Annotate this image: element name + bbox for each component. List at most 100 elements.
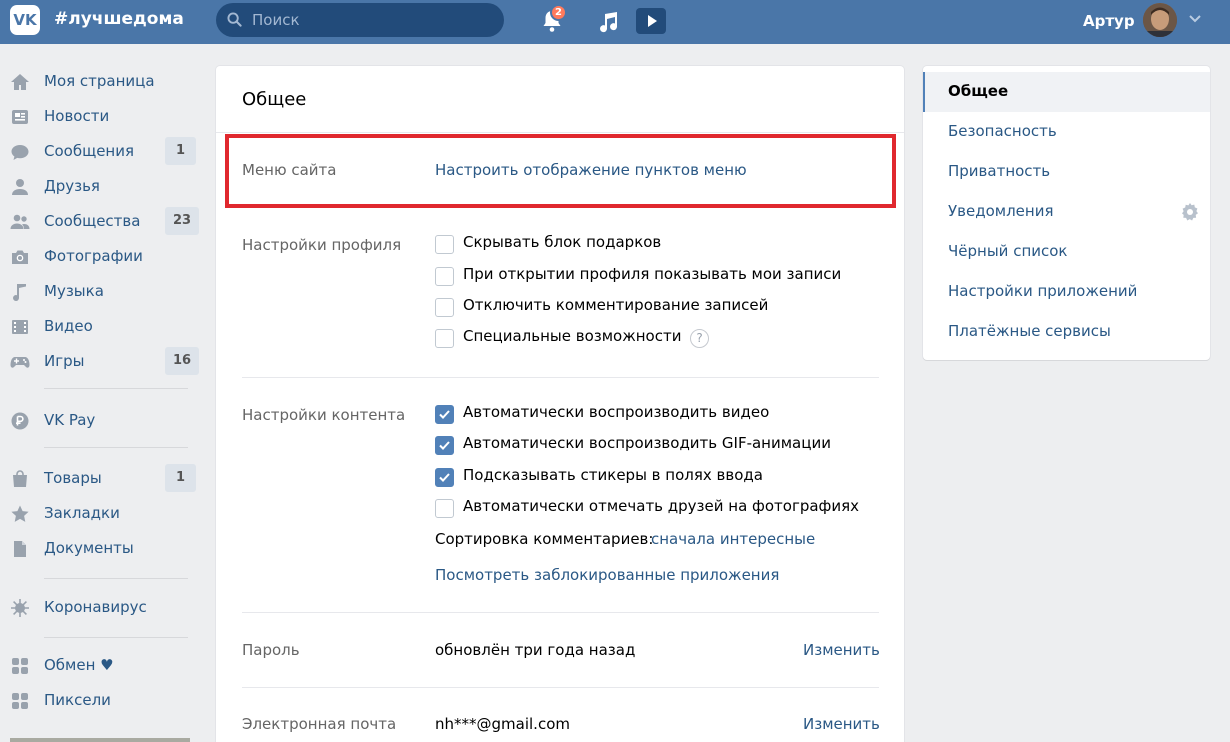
sidebar-item[interactable]: Обмен ♥ [0,648,200,683]
virus-icon [11,599,29,617]
gamepad-icon [10,357,30,368]
play-button[interactable] [636,8,666,34]
search-input[interactable]: Поиск [216,3,504,37]
avatar[interactable] [1143,3,1177,37]
apps-icon [12,658,28,674]
sidebar-item[interactable]: Товары 1 [0,461,200,496]
settings-menu-item[interactable]: Приватность [923,152,1210,192]
comment-sort-link[interactable]: сначала интересные [651,530,815,548]
sidebar-item-label: Сообщества [44,212,141,230]
sidebar-ad-image [10,738,190,742]
sidebar-item-label: Закладки [44,504,120,522]
sidebar-divider [44,388,188,389]
sidebar-item-label: Документы [44,539,134,557]
sidebar-item-count: 23 [165,207,200,235]
content-settings-label: Настройки контента [242,406,406,424]
settings-menu-label: Уведомления [948,202,1054,220]
checkbox-label[interactable]: Автоматически воспроизводить видео [463,403,769,421]
blocked-apps-link[interactable]: Посмотреть заблокированные приложения [435,566,779,584]
change-email-link[interactable]: Изменить [803,715,880,733]
settings-menu-label: Приватность [948,162,1051,180]
sidebar-item-label: Сообщения [44,142,135,160]
checkbox-label[interactable]: Скрывать блок подарков [463,233,661,251]
configure-menu-link[interactable]: Настроить отображение пунктов меню [435,161,747,179]
star-icon [11,505,29,522]
profile-settings-label: Настройки профиля [242,236,402,254]
password-label: Пароль [242,641,300,659]
search-placeholder: Поиск [252,11,300,29]
sidebar-item[interactable]: Документы [0,531,200,566]
checkbox-checked[interactable] [435,468,454,487]
settings-menu-label: Чёрный список [948,242,1068,260]
notifications-badge: 2 [550,4,567,21]
video-icon [12,320,28,334]
checkbox-checked[interactable] [435,405,454,424]
search-icon [227,12,242,27]
news-icon [12,110,28,124]
checkbox[interactable] [435,235,454,254]
sidebar-item[interactable]: Игры 16 [0,344,200,379]
checkbox-label[interactable]: Специальные возможности [463,327,681,345]
settings-menu-item[interactable]: Настройки приложений [923,272,1210,312]
checkbox-label[interactable]: При открытии профиля показывать мои запи… [463,265,841,283]
sidebar-item-label: Обмен ♥ [44,656,114,674]
sidebar-item[interactable]: Моя страница [0,64,200,99]
sidebar-divider [44,447,188,448]
checkmark-icon [439,441,450,450]
sidebar-item-label: Моя страница [44,72,155,90]
checkbox[interactable] [435,298,454,317]
sidebar-item-label: Фотографии [44,247,143,265]
vk-logo[interactable]: VK [10,5,40,35]
checkbox-label[interactable]: Отключить комментирование записей [463,296,768,314]
user-name[interactable]: Артур [1083,12,1135,30]
bag-icon [13,470,27,487]
change-password-link[interactable]: Изменить [803,641,880,659]
sidebar-item[interactable]: Музыка [0,274,200,309]
email-value: nh***@gmail.com [435,715,570,733]
sidebar-item[interactable]: VK Pay [0,403,200,438]
checkbox[interactable] [435,267,454,286]
sidebar-item[interactable]: Друзья [0,169,200,204]
sidebar-item[interactable]: Фотографии [0,239,200,274]
sidebar-item[interactable]: Видео [0,309,200,344]
sidebar-item-label: Новости [44,107,110,125]
communities-icon [10,214,30,229]
chevron-down-icon[interactable] [1188,14,1202,24]
checkbox[interactable] [435,499,454,518]
settings-menu-item[interactable]: Платёжные сервисы [923,312,1210,352]
sidebar-item[interactable]: Пиксели [0,683,200,718]
checkbox-label[interactable]: Подсказывать стикеры в полях ввода [463,466,763,484]
sidebar-divider [44,637,188,638]
header-divider [216,132,904,133]
sidebar-item[interactable]: Сообщества 23 [0,204,200,239]
settings-menu-item[interactable]: Безопасность [923,112,1210,152]
top-header: VK #лучшедома Поиск 2 Артур [0,0,1230,44]
play-icon [648,15,657,27]
sidebar-item-label: Видео [44,317,93,335]
settings-menu-label: Платёжные сервисы [948,322,1111,340]
camera-icon [12,250,28,264]
sidebar-item[interactable]: Коронавирус [0,590,200,625]
settings-menu-item[interactable]: Общее [923,72,1210,112]
music-icon[interactable] [596,10,620,34]
music-icon [13,284,26,302]
sidebar-item[interactable]: Сообщения 1 [0,134,200,169]
comment-sort-label: Сортировка комментариев: [435,530,654,548]
settings-menu-item[interactable]: Уведомления [923,192,1210,232]
help-icon[interactable]: ? [690,329,709,348]
settings-menu-label: Общее [948,82,1009,100]
settings-menu-item[interactable]: Чёрный список [923,232,1210,272]
checkbox[interactable] [435,329,454,348]
checkbox-checked[interactable] [435,436,454,455]
friends-icon [12,179,28,195]
checkbox-label[interactable]: Автоматически воспроизводить GIF-анимаци… [463,434,831,452]
hashtag-link[interactable]: #лучшедома [54,9,184,29]
checkbox-label[interactable]: Автоматически отмечать друзей на фотогра… [463,497,859,515]
vkpay-icon [11,412,29,430]
gear-icon[interactable] [1181,203,1199,221]
email-label: Электронная почта [242,715,397,733]
checkmark-icon [439,473,450,482]
sidebar-item[interactable]: Закладки [0,496,200,531]
sidebar-item[interactable]: Новости [0,99,200,134]
sidebar-item-count: 1 [165,137,196,165]
